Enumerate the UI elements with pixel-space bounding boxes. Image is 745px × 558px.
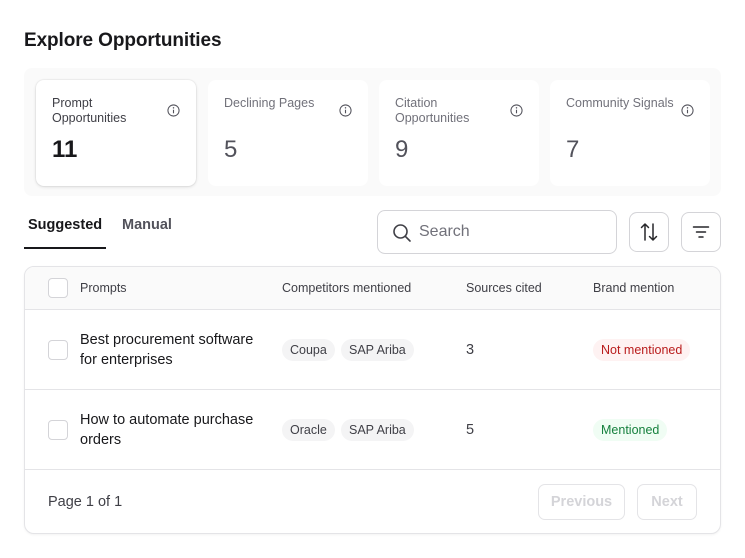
- sources-cited-value: 5: [466, 422, 475, 438]
- next-button[interactable]: Next: [637, 484, 697, 520]
- prompt-text: Best procurement software for enterprise…: [80, 332, 254, 368]
- tab-suggested[interactable]: Suggested: [24, 208, 106, 249]
- brand-mention-badge: Mentioned: [593, 419, 668, 441]
- stat-value: 9: [395, 136, 409, 163]
- table-row[interactable]: How to automate purchase orders Oracle S…: [25, 390, 720, 470]
- brand-mention-badge: Not mentioned: [593, 339, 691, 361]
- stat-value: 11: [52, 136, 78, 163]
- stat-card-declining-pages[interactable]: Declining Pages 5: [208, 80, 368, 186]
- stat-card-citation-opportunities[interactable]: Citation Opportunities 9: [379, 80, 539, 186]
- column-header-sources[interactable]: Sources cited: [466, 281, 542, 295]
- sort-button[interactable]: [629, 212, 669, 252]
- previous-button[interactable]: Previous: [538, 484, 625, 520]
- search-input[interactable]: [419, 221, 604, 243]
- stat-card-prompt-opportunities[interactable]: Prompt Opportunities 11: [36, 80, 196, 186]
- info-icon[interactable]: [167, 104, 180, 117]
- column-header-brand-mention[interactable]: Brand mention: [593, 281, 674, 295]
- stat-label: Declining Pages: [224, 96, 315, 110]
- column-header-prompts[interactable]: Prompts: [80, 281, 127, 295]
- tab-manual[interactable]: Manual: [122, 208, 182, 249]
- sources-cited-value: 3: [466, 342, 475, 358]
- stat-value: 7: [566, 136, 580, 163]
- table-row[interactable]: Best procurement software for enterprise…: [25, 310, 720, 390]
- filter-icon: [692, 226, 710, 238]
- search-box: [377, 210, 617, 254]
- page-title: Explore Opportunities: [24, 30, 222, 51]
- stats-panel: Prompt Opportunities 11 Declining Pages …: [24, 68, 721, 196]
- competitor-chip: Oracle: [282, 419, 335, 441]
- sort-arrows-icon: [640, 223, 658, 241]
- stat-card-community-signals[interactable]: Community Signals 7: [550, 80, 710, 186]
- page-info: Page 1 of 1: [48, 494, 123, 510]
- stat-label: Citation Opportunities: [395, 96, 470, 125]
- prompts-table: Prompts Competitors mentioned Sources ci…: [24, 266, 721, 534]
- info-icon[interactable]: [510, 104, 523, 117]
- search-icon: [393, 224, 411, 242]
- prompt-text: How to automate purchase orders: [80, 412, 254, 448]
- info-icon[interactable]: [339, 104, 352, 117]
- competitor-chip: SAP Ariba: [341, 339, 414, 361]
- competitor-chip: Coupa: [282, 339, 335, 361]
- competitor-chip: SAP Ariba: [341, 419, 414, 441]
- stat-label: Prompt Opportunities: [52, 96, 127, 125]
- filter-button[interactable]: [681, 212, 721, 252]
- stat-value: 5: [224, 136, 238, 163]
- select-all-checkbox[interactable]: [48, 278, 68, 298]
- stat-label: Community Signals: [566, 96, 674, 110]
- info-icon[interactable]: [681, 104, 694, 117]
- row-checkbox[interactable]: [48, 340, 68, 360]
- table-footer: Page 1 of 1 Previous Next: [25, 470, 720, 533]
- column-header-competitors[interactable]: Competitors mentioned: [282, 281, 411, 295]
- table-header: Prompts Competitors mentioned Sources ci…: [25, 267, 720, 310]
- row-checkbox[interactable]: [48, 420, 68, 440]
